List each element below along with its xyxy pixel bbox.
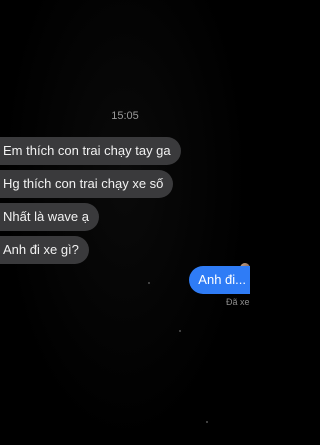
incoming-messages: Em thích con trai chạy tay ga Hg thích c… [0, 137, 181, 264]
incoming-message-bubble[interactable]: Nhất là wave ạ [0, 203, 99, 231]
background-speck [148, 282, 150, 284]
background-speck [179, 330, 181, 332]
seen-status: Đã xem [226, 297, 250, 307]
incoming-message-bubble[interactable]: Hg thích con trai chạy xe số [0, 170, 174, 198]
incoming-message-bubble[interactable]: Anh đi xe gì? [0, 236, 89, 264]
outgoing-message-bubble[interactable]: Anh đi... [189, 266, 250, 294]
outgoing-message-group: Anh đi... Đã xem [189, 266, 250, 307]
message-timestamp: 15:05 [111, 110, 139, 122]
chat-thread: 15:05 Em thích con trai chạy tay ga Hg t… [0, 0, 250, 445]
background-speck [206, 421, 208, 423]
incoming-message-bubble[interactable]: Em thích con trai chạy tay ga [0, 137, 181, 165]
